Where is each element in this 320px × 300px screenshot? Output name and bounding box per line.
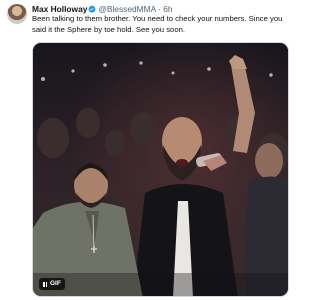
- pause-icon[interactable]: [43, 281, 47, 287]
- gif-badge-label: GIF: [50, 280, 61, 287]
- header-separator: ·: [158, 4, 161, 14]
- gif-frame-image: [33, 43, 288, 296]
- gif-badge[interactable]: GIF: [39, 278, 65, 290]
- tweet-timestamp[interactable]: 6h: [163, 4, 172, 14]
- tweet-media-gif[interactable]: GIF: [32, 42, 289, 297]
- tweet-text: Been talking to them brother. You need t…: [32, 14, 283, 34]
- author-handle[interactable]: @BlessedMMA: [98, 4, 155, 14]
- verified-badge-icon: [88, 5, 96, 13]
- author-name[interactable]: Max Holloway: [32, 4, 87, 14]
- author-avatar[interactable]: [7, 4, 27, 24]
- tweet-card[interactable]: Max Holloway @BlessedMMA · 6h Been talkin…: [0, 0, 300, 300]
